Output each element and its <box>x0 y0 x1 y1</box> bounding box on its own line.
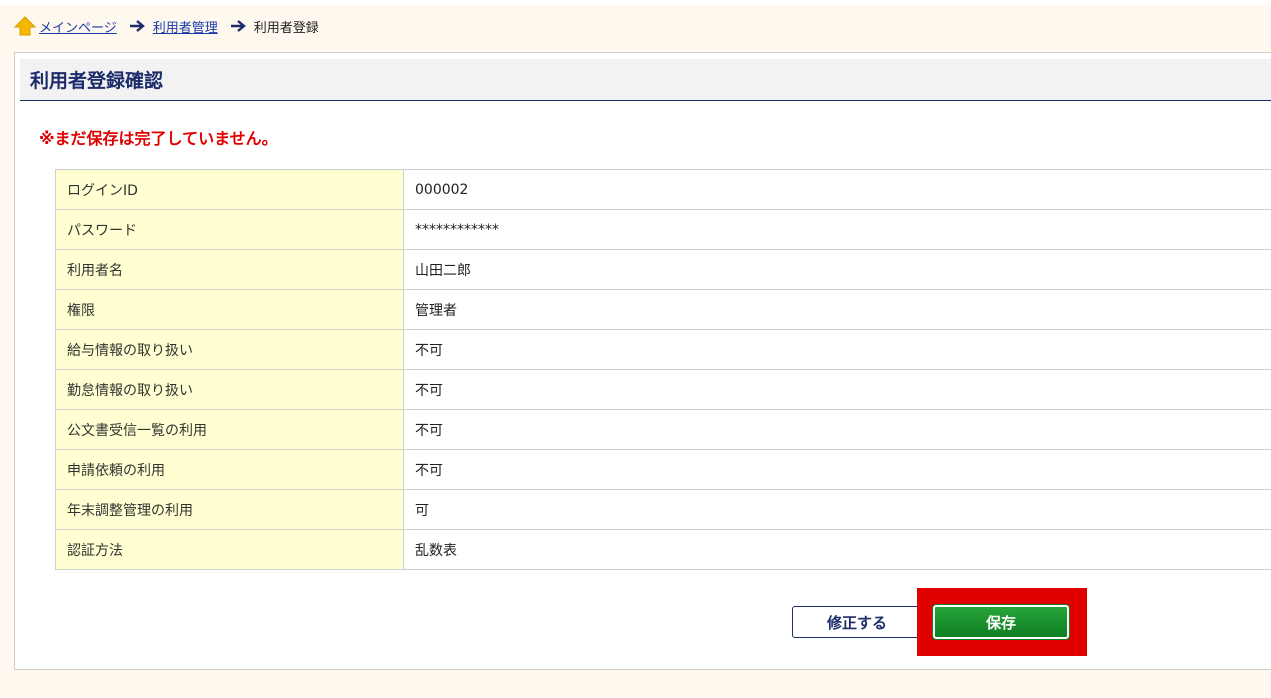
row-label: 認証方法 <box>55 529 404 570</box>
row-label: 権限 <box>55 289 404 330</box>
row-value: 不可 <box>403 449 1271 490</box>
unsaved-warning: ※まだ保存は完了していません。 <box>39 129 278 148</box>
row-value: 管理者 <box>403 289 1271 330</box>
breadcrumb-home-link[interactable]: メインページ <box>39 17 117 36</box>
top-strip <box>0 0 1271 5</box>
row-label: 利用者名 <box>55 249 404 290</box>
table-row: 申請依頼の利用 不可 <box>55 449 1271 490</box>
page-title-bar: 利用者登録確認 <box>20 59 1271 101</box>
row-value: 乱数表 <box>403 529 1271 570</box>
row-value: 000002 <box>403 169 1271 210</box>
table-row: 利用者名 山田二郎 <box>55 249 1271 290</box>
table-row: 年末調整管理の利用可 <box>55 489 1271 530</box>
save-button[interactable]: 保存 <box>932 604 1070 640</box>
breadcrumb: メインページ 利用者管理 利用者登録 <box>14 12 319 40</box>
table-row: 認証方法 乱数表 <box>55 529 1271 570</box>
row-label: 勤怠情報の取り扱い <box>55 369 404 410</box>
table-row: パスワード ************ <box>55 209 1271 250</box>
edit-button[interactable]: 修正する <box>792 606 922 638</box>
row-value: 不可 <box>403 409 1271 450</box>
arrow-right-icon <box>230 20 246 32</box>
row-label: 年末調整管理の利用 <box>55 489 404 530</box>
content-panel: 利用者登録確認 ※まだ保存は完了していません。 ログインID 000002 パスワ… <box>14 52 1271 670</box>
arrow-right-icon <box>129 20 145 32</box>
table-row: ログインID 000002 <box>55 169 1271 210</box>
table-row: 権限 管理者 <box>55 289 1271 330</box>
table-row: 給与情報の取り扱い 不可 <box>55 329 1271 370</box>
row-label: 公文書受信一覧の利用 <box>55 409 404 450</box>
row-value: 山田二郎 <box>403 249 1271 290</box>
breadcrumb-current: 利用者登録 <box>253 20 319 36</box>
table-row: 公文書受信一覧の利用 不可 <box>55 409 1271 450</box>
row-value: 不可 <box>403 369 1271 410</box>
home-icon[interactable] <box>14 15 36 37</box>
row-label: 申請依頼の利用 <box>55 449 404 490</box>
row-value: 不可 <box>403 329 1271 370</box>
row-value: ************ <box>403 209 1271 250</box>
user-info-table: ログインID 000002 パスワード ************ 利用者名 山田二郎 … <box>55 169 1271 570</box>
row-label: パスワード <box>55 209 404 250</box>
page-title: 利用者登録確認 <box>30 70 164 92</box>
table-row: 勤怠情報の取り扱い 不可 <box>55 369 1271 410</box>
row-value: 可 <box>403 489 1271 530</box>
row-label: 給与情報の取り扱い <box>55 329 404 370</box>
row-label: ログインID <box>55 169 404 210</box>
breadcrumb-user-management-link[interactable]: 利用者管理 <box>153 17 218 36</box>
